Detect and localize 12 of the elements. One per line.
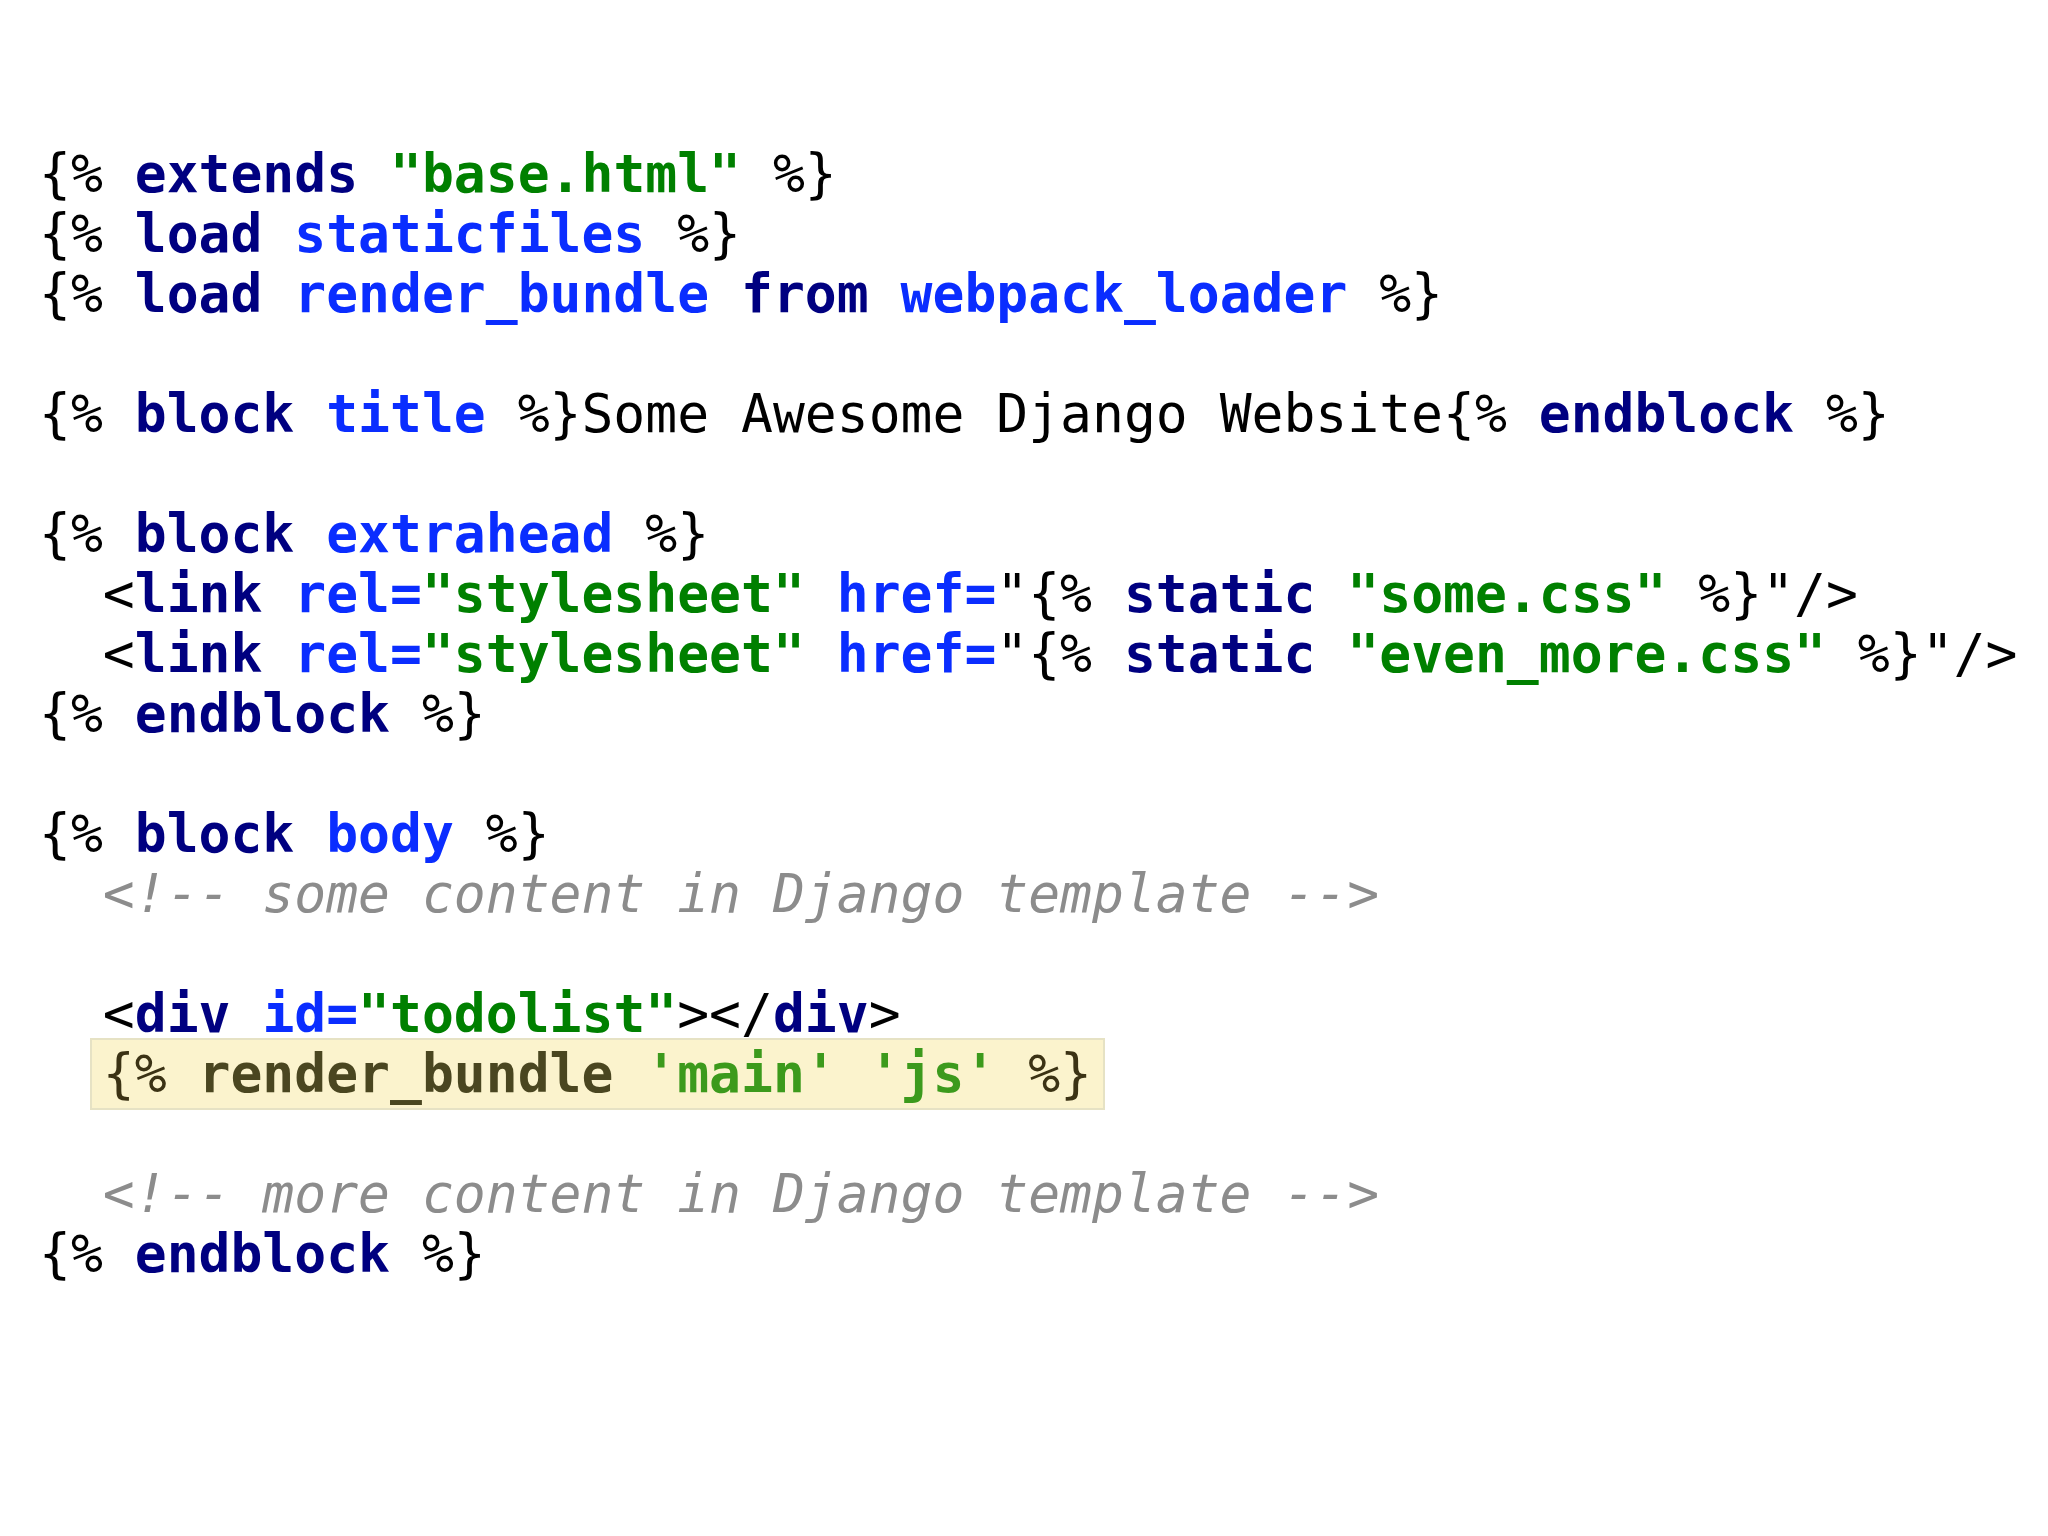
- code-line: {% load render_bundle from webpack_loader %}: [39, 264, 1444, 324]
- code-line: <link rel="stylesheet" href="{% static "some.css" %}"/>: [102, 564, 1858, 624]
- code-line: {% block extrahead %}: [39, 504, 710, 564]
- code-line: {% load staticfiles %}: [39, 204, 741, 264]
- code-line: <link rel="stylesheet" href="{% static "even_more.css" %}"/>: [102, 624, 2018, 684]
- code-line: {% extends "base.html" %}: [39, 144, 837, 204]
- code-line: <!-- some content in Django template -->: [102, 864, 1380, 924]
- code-line: {% endblock %}: [39, 1224, 486, 1284]
- code-line: <!-- more content in Django template -->: [102, 1164, 1380, 1224]
- code-line: {% block body %}: [39, 804, 550, 864]
- code-line: {% endblock %}: [39, 684, 486, 744]
- code-line: {% block title %}Some Awesome Django Website{% endblock %}: [39, 384, 1890, 444]
